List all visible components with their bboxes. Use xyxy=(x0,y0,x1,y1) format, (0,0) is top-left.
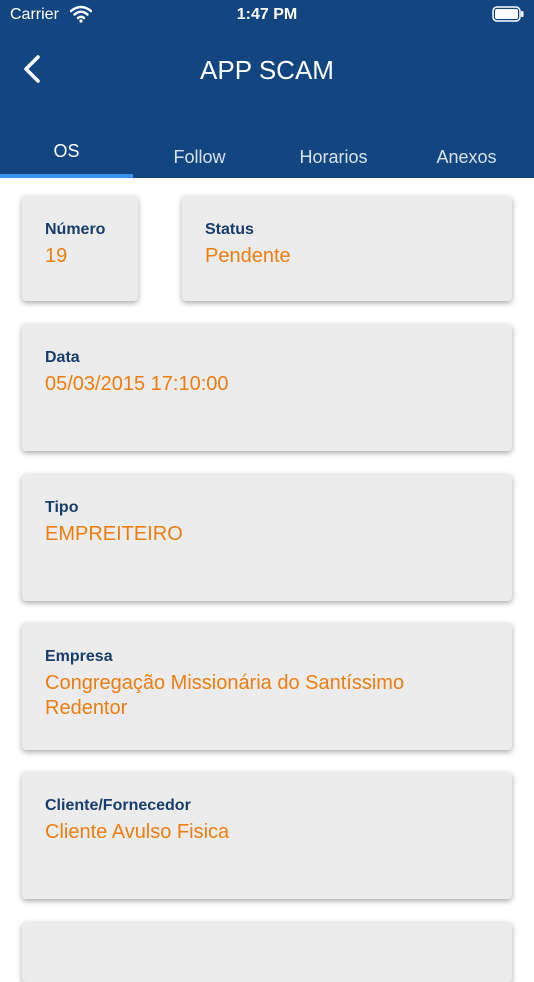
app-header: Carrier 1:47 PM APP SCAM OS Follow Horar xyxy=(0,0,534,178)
tab-follow[interactable]: Follow xyxy=(133,136,266,178)
data-card: Data 05/03/2015 17:10:00 xyxy=(22,324,512,451)
cliente-card: Cliente/Fornecedor Cliente Avulso Fisica xyxy=(22,772,512,899)
status-value: Pendente xyxy=(205,245,291,267)
empresa-card: Empresa Congregação Missionária do Santí… xyxy=(22,623,512,750)
cliente-label: Cliente/Fornecedor xyxy=(45,797,191,814)
tipo-label: Tipo xyxy=(45,499,79,516)
numero-label: Número xyxy=(45,221,106,238)
tipo-card: Tipo EMPREITEIRO xyxy=(22,474,512,601)
status-time: 1:47 PM xyxy=(236,6,298,23)
numero-card: Número 19 xyxy=(22,196,138,301)
tab-horarios[interactable]: Horarios xyxy=(267,136,400,178)
numero-value: 19 xyxy=(45,245,68,267)
tab-anexos[interactable]: Anexos xyxy=(400,136,533,178)
tab-bar: OS Follow Horarios Anexos xyxy=(0,136,534,178)
status-card: Status Pendente xyxy=(182,196,512,301)
page-title: APP SCAM xyxy=(200,55,334,85)
empresa-value: Congregação Missionária do Santíssimo Re… xyxy=(45,672,405,719)
status-bar: Carrier 1:47 PM xyxy=(0,0,534,30)
empresa-label: Empresa xyxy=(45,648,113,665)
data-value: 05/03/2015 17:10:00 xyxy=(45,373,229,395)
cliente-value: Cliente Avulso Fisica xyxy=(45,821,230,843)
data-label: Data xyxy=(45,349,80,366)
tipo-value: EMPREITEIRO xyxy=(45,523,183,545)
next-card-partial xyxy=(22,922,512,982)
tab-os[interactable]: OS xyxy=(0,130,133,172)
status-label: Status xyxy=(205,221,254,238)
tab-indicator xyxy=(0,174,133,178)
battery-icon xyxy=(492,6,524,27)
